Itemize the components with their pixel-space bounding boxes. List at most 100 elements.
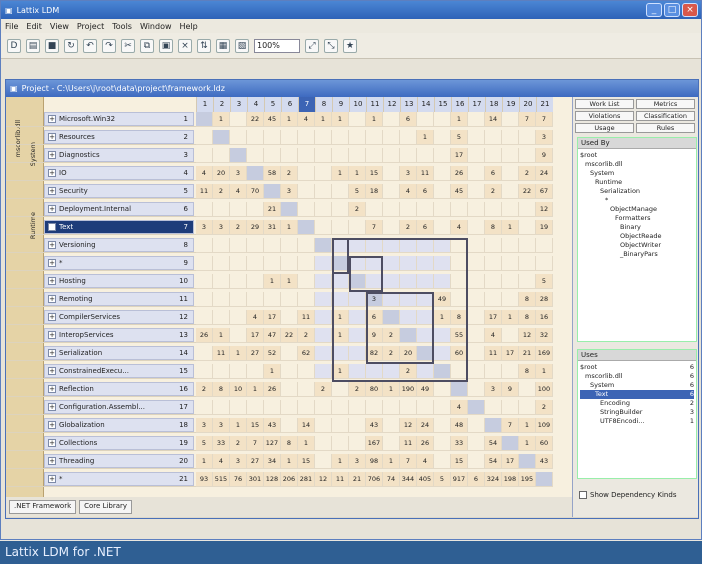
matrix-cell[interactable] xyxy=(213,130,230,145)
matrix-cell[interactable] xyxy=(230,292,247,307)
matrix-cell[interactable] xyxy=(281,310,298,325)
matrix-cell[interactable]: 1 xyxy=(451,112,468,127)
matrix-cell[interactable] xyxy=(315,418,332,433)
matrix-cell[interactable]: 14 xyxy=(485,112,502,127)
matrix-cell[interactable] xyxy=(366,400,383,415)
matrix-cell[interactable]: 11 xyxy=(332,472,349,487)
matrix-cell[interactable]: 3 xyxy=(213,418,230,433)
matrix-cell[interactable]: 48 xyxy=(451,418,468,433)
column-header[interactable]: 7 xyxy=(298,97,315,112)
matrix-cell[interactable]: 3 xyxy=(230,454,247,469)
matrix-cell[interactable]: 21 xyxy=(519,346,536,361)
expand-icon[interactable]: + xyxy=(48,169,56,177)
matrix-cell[interactable]: 1 xyxy=(383,382,400,397)
expand-icon[interactable]: + xyxy=(48,295,56,303)
matrix-cell[interactable] xyxy=(298,148,315,163)
matrix-cell[interactable] xyxy=(468,436,485,451)
row-label[interactable]: + Hosting 10 xyxy=(44,274,194,288)
new-icon[interactable]: D xyxy=(7,38,21,53)
matrix-cell[interactable] xyxy=(332,400,349,415)
matrix-cell[interactable] xyxy=(417,112,434,127)
matrix-cell[interactable]: 1 xyxy=(281,454,298,469)
table-row[interactable]: + Resources 2 xyxy=(6,130,196,145)
matrix-cell[interactable]: 9 xyxy=(502,382,519,397)
matrix-cell[interactable] xyxy=(196,238,213,253)
tree-item[interactable]: Formatters xyxy=(580,214,694,223)
matrix-cell[interactable] xyxy=(468,292,485,307)
matrix-cell[interactable]: 4 xyxy=(213,454,230,469)
tab-core-library[interactable]: Core Library xyxy=(79,500,133,514)
matrix-cell[interactable]: 127 xyxy=(264,436,281,451)
matrix-cell[interactable]: 17 xyxy=(264,310,281,325)
matrix-cell[interactable]: 74 xyxy=(383,472,400,487)
menu-view[interactable]: View xyxy=(50,22,69,31)
matrix-cell[interactable] xyxy=(196,346,213,361)
matrix-cell[interactable]: 7 xyxy=(536,112,553,127)
matrix-cell[interactable] xyxy=(349,130,366,145)
matrix-cell[interactable]: 1 xyxy=(196,454,213,469)
matrix-cell[interactable]: 22 xyxy=(281,328,298,343)
matrix-cell[interactable]: 128 xyxy=(264,472,281,487)
tab-net-framework[interactable]: .NET Framework xyxy=(9,500,77,514)
column-header[interactable]: 3 xyxy=(230,97,247,112)
row-label[interactable]: + Globalization 18 xyxy=(44,418,194,432)
matrix-cell[interactable]: 33 xyxy=(451,436,468,451)
matrix-cell[interactable]: 2 xyxy=(536,400,553,415)
matrix-cell[interactable] xyxy=(281,148,298,163)
matrix-cell[interactable]: 3 xyxy=(213,220,230,235)
matrix-cell[interactable] xyxy=(383,436,400,451)
matrix-cell[interactable] xyxy=(247,202,264,217)
row-label[interactable]: + Serialization 14 xyxy=(44,346,194,360)
matrix-cell[interactable] xyxy=(468,328,485,343)
matrix-cell[interactable] xyxy=(196,112,213,127)
redo-icon[interactable]: ↷ xyxy=(102,38,116,53)
matrix-cell[interactable] xyxy=(196,202,213,217)
matrix-cell[interactable]: 43 xyxy=(264,418,281,433)
row-label[interactable]: + ConstrainedExecu... 15 xyxy=(44,364,194,378)
matrix-cell[interactable] xyxy=(468,274,485,289)
tree-item[interactable]: ObjectManage xyxy=(580,205,694,214)
row-label[interactable]: + Remoting 11 xyxy=(44,292,194,306)
matrix-cell[interactable] xyxy=(230,112,247,127)
matrix-cell[interactable]: 2 xyxy=(349,202,366,217)
tree-item[interactable]: System xyxy=(580,169,694,178)
tab-work-list[interactable]: Work List xyxy=(575,99,634,109)
matrix-cell[interactable] xyxy=(434,418,451,433)
matrix-cell[interactable] xyxy=(502,292,519,307)
tree-item[interactable]: Serialization xyxy=(580,187,694,196)
column-header[interactable]: 10 xyxy=(349,97,366,112)
matrix-cell[interactable] xyxy=(315,292,332,307)
matrix-cell[interactable] xyxy=(468,400,485,415)
matrix-cell[interactable] xyxy=(468,238,485,253)
matrix-cell[interactable] xyxy=(332,418,349,433)
matrix-cell[interactable]: 18 xyxy=(366,184,383,199)
matrix-cell[interactable] xyxy=(468,220,485,235)
matrix-cell[interactable] xyxy=(519,220,536,235)
table-row[interactable]: + IO 4 xyxy=(6,166,196,181)
matrix-cell[interactable] xyxy=(434,454,451,469)
matrix-cell[interactable]: 190 xyxy=(400,382,417,397)
matrix-cell[interactable] xyxy=(281,292,298,307)
matrix-cell[interactable] xyxy=(434,382,451,397)
matrix-cell[interactable]: 24 xyxy=(417,418,434,433)
matrix-cell[interactable] xyxy=(502,166,519,181)
refresh-icon[interactable]: ↻ xyxy=(64,38,78,53)
expand-icon[interactable]: + xyxy=(48,349,56,357)
matrix-cell[interactable] xyxy=(519,382,536,397)
matrix-cell[interactable]: 47 xyxy=(264,328,281,343)
matrix-cell[interactable] xyxy=(383,418,400,433)
matrix-cell[interactable] xyxy=(468,454,485,469)
matrix-cell[interactable]: 32 xyxy=(536,328,553,343)
matrix-cell[interactable] xyxy=(230,202,247,217)
matrix-cell[interactable]: 1 xyxy=(536,364,553,379)
menu-tools[interactable]: Tools xyxy=(112,22,132,31)
matrix-cell[interactable] xyxy=(434,112,451,127)
matrix-cell[interactable]: 52 xyxy=(264,346,281,361)
matrix-cell[interactable]: 26 xyxy=(417,436,434,451)
matrix-cell[interactable] xyxy=(519,274,536,289)
matrix-cell[interactable]: 1 xyxy=(230,346,247,361)
tree-item[interactable]: mscorlib.dll xyxy=(580,160,694,169)
matrix-cell[interactable] xyxy=(264,148,281,163)
matrix-cell[interactable]: 1 xyxy=(264,364,281,379)
matrix-cell[interactable] xyxy=(315,310,332,325)
